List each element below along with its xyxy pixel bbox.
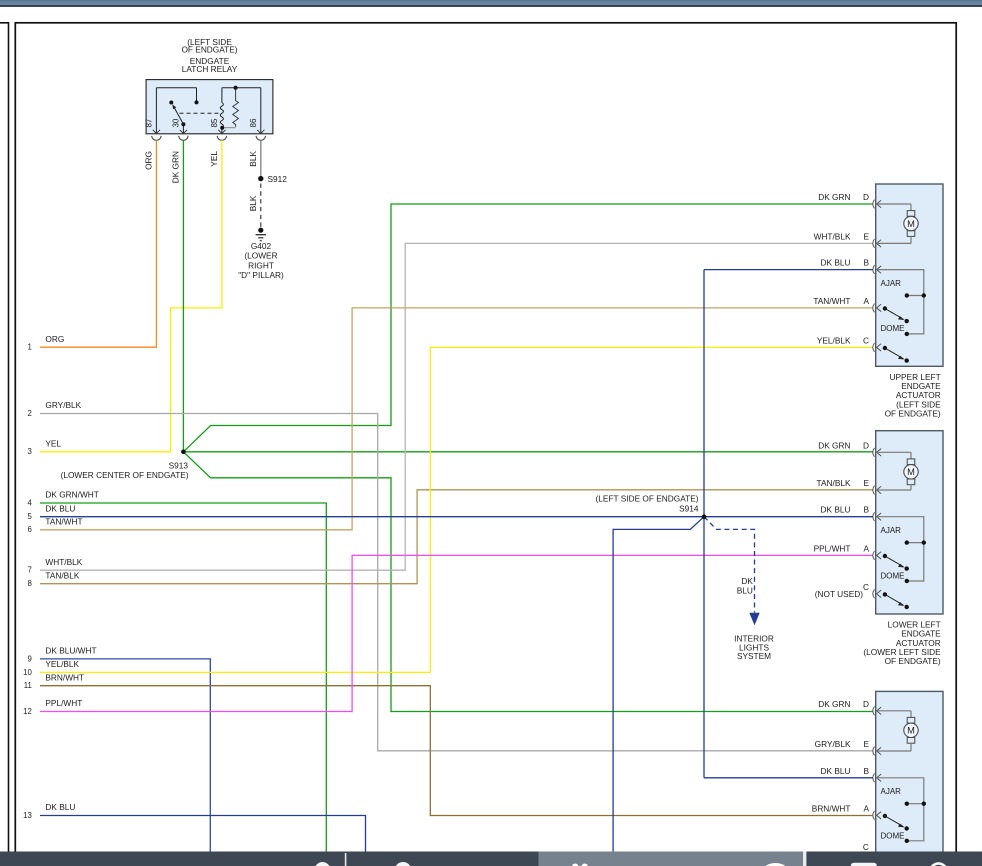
svg-text:PPL/WHT: PPL/WHT: [814, 543, 851, 553]
svg-text:(LOWER CENTER OF ENDGATE): (LOWER CENTER OF ENDGATE): [61, 470, 189, 480]
svg-text:"D" PILLAR): "D" PILLAR): [238, 270, 284, 280]
svg-text:6: 6: [27, 525, 31, 534]
svg-text:C: C: [863, 842, 869, 852]
svg-text:OF ENDGATE): OF ENDGATE): [885, 409, 941, 419]
svg-text:E: E: [863, 739, 869, 749]
svg-text:85: 85: [210, 118, 219, 127]
svg-text:B: B: [863, 766, 869, 776]
svg-text:E: E: [863, 231, 869, 241]
svg-text:DK GRN: DK GRN: [818, 699, 850, 709]
svg-text:G402: G402: [251, 241, 272, 251]
svg-text:DK BLU/WHT: DK BLU/WHT: [45, 646, 96, 656]
svg-text:TAN/BLK: TAN/BLK: [45, 570, 79, 580]
svg-text:DK BLU: DK BLU: [821, 505, 851, 515]
svg-text:A: A: [863, 803, 869, 813]
svg-text:S913: S913: [169, 460, 189, 470]
svg-text:B: B: [863, 258, 869, 268]
svg-text:TAN/BLK: TAN/BLK: [817, 478, 851, 488]
svg-text:YEL: YEL: [45, 439, 61, 449]
svg-text:M: M: [907, 467, 915, 477]
svg-text:2: 2: [27, 409, 31, 418]
svg-text:1: 1: [27, 343, 31, 352]
svg-text:PPL/WHT: PPL/WHT: [45, 698, 82, 708]
svg-text:DK BLU: DK BLU: [45, 802, 75, 812]
svg-text:(NOT USED): (NOT USED): [815, 589, 863, 599]
svg-text:YEL: YEL: [209, 151, 219, 167]
svg-text:E: E: [863, 478, 869, 488]
svg-text:86: 86: [249, 118, 258, 127]
svg-text:LATCH RELAY: LATCH RELAY: [182, 64, 238, 74]
svg-text:S914: S914: [679, 503, 699, 513]
svg-text:YEL/BLK: YEL/BLK: [45, 659, 79, 669]
svg-text:7: 7: [27, 566, 31, 575]
svg-text:AJAR: AJAR: [881, 526, 902, 535]
svg-text:BLK: BLK: [248, 151, 258, 167]
svg-text:SYSTEM: SYSTEM: [737, 651, 771, 661]
svg-text:BLK: BLK: [248, 195, 258, 211]
svg-text:D: D: [863, 440, 869, 450]
svg-text:M: M: [907, 726, 915, 736]
svg-text:DOME: DOME: [881, 832, 905, 841]
svg-text:TAN/WHT: TAN/WHT: [45, 517, 82, 527]
svg-text:DK BLU: DK BLU: [821, 766, 851, 776]
svg-text:11: 11: [24, 681, 32, 690]
svg-text:13: 13: [23, 811, 32, 820]
svg-text:A: A: [863, 296, 869, 306]
svg-text:5: 5: [27, 512, 32, 521]
svg-text:M: M: [907, 219, 915, 229]
svg-text:WHT/BLK: WHT/BLK: [814, 231, 851, 241]
svg-text:12: 12: [23, 707, 32, 716]
svg-text:OF ENDGATE): OF ENDGATE): [181, 45, 237, 55]
svg-text:87: 87: [145, 118, 154, 127]
svg-text:BLU: BLU: [737, 585, 753, 595]
svg-text:D: D: [863, 192, 869, 202]
svg-text:8: 8: [27, 579, 31, 588]
svg-text:OF ENDGATE): OF ENDGATE): [885, 656, 941, 666]
svg-text:9: 9: [27, 654, 31, 663]
svg-text:30: 30: [172, 118, 181, 127]
svg-text:DK GRN: DK GRN: [818, 192, 850, 202]
svg-text:B: B: [863, 505, 869, 515]
svg-text:S912: S912: [268, 174, 288, 184]
svg-text:BRN/WHT: BRN/WHT: [812, 803, 851, 813]
svg-text:GRY/BLK: GRY/BLK: [815, 739, 851, 749]
svg-text:10: 10: [23, 668, 32, 677]
svg-text:A: A: [863, 543, 869, 553]
svg-text:YEL/BLK: YEL/BLK: [817, 335, 851, 345]
svg-text:BRN/WHT: BRN/WHT: [45, 672, 84, 682]
svg-text:4: 4: [27, 498, 32, 507]
svg-text:RIGHT: RIGHT: [248, 260, 274, 270]
svg-text:TAN/WHT: TAN/WHT: [813, 296, 850, 306]
svg-text:3: 3: [27, 447, 31, 456]
svg-text:DK: DK: [741, 576, 753, 586]
svg-text:C: C: [863, 582, 869, 592]
svg-text:(LOWER: (LOWER: [244, 251, 277, 261]
svg-text:ORG: ORG: [45, 334, 64, 344]
svg-text:AJAR: AJAR: [881, 787, 902, 796]
svg-text:DK GRN/WHT: DK GRN/WHT: [45, 490, 98, 500]
svg-text:(LEFT SIDE OF ENDGATE): (LEFT SIDE OF ENDGATE): [596, 494, 699, 504]
svg-text:D: D: [863, 699, 869, 709]
svg-text:DK BLU: DK BLU: [45, 503, 75, 513]
svg-text:GRY/BLK: GRY/BLK: [45, 400, 81, 410]
svg-text:DK GRN: DK GRN: [170, 151, 180, 183]
svg-text:DK BLU: DK BLU: [821, 258, 851, 268]
svg-text:ORG: ORG: [143, 151, 153, 170]
svg-text:AJAR: AJAR: [881, 279, 902, 288]
svg-text:WHT/BLK: WHT/BLK: [45, 557, 82, 567]
svg-text:DOME: DOME: [881, 324, 905, 333]
svg-text:DK GRN: DK GRN: [818, 440, 850, 450]
svg-text:C: C: [863, 335, 869, 345]
svg-text:DOME: DOME: [881, 572, 905, 581]
